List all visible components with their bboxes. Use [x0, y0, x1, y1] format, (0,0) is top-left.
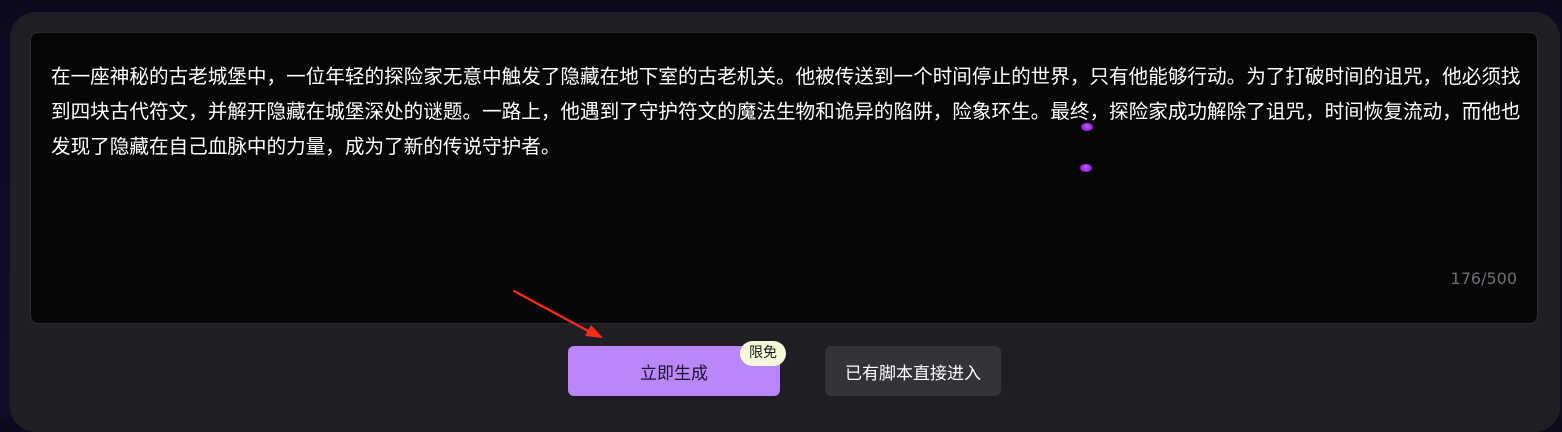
text-cursor-handle-top[interactable] — [1081, 123, 1093, 131]
story-text[interactable]: 在一座神秘的古老城堡中，一位年轻的探险家无意中触发了隐藏在地下室的古老机关。他被… — [51, 59, 1521, 164]
text-cursor-handle-bottom[interactable] — [1080, 164, 1092, 172]
direct-enter-button[interactable]: 已有脚本直接进入 — [825, 346, 1001, 396]
story-input[interactable]: 在一座神秘的古老城堡中，一位年轻的探险家无意中触发了隐藏在地下室的古老机关。他被… — [30, 32, 1538, 324]
generation-panel: 在一座神秘的古老城堡中，一位年轻的探险家无意中触发了隐藏在地下室的古老机关。他被… — [10, 12, 1560, 432]
character-counter: 176/500 — [1450, 269, 1517, 288]
free-badge: 限免 — [740, 341, 786, 366]
